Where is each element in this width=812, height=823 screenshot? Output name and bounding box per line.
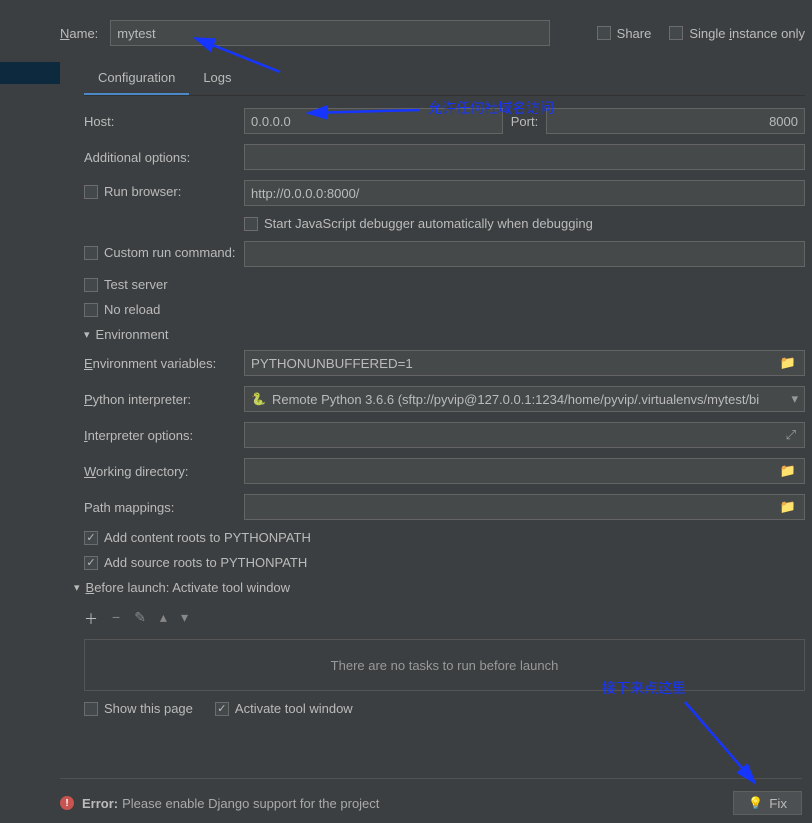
single-instance-checkbox[interactable]: Single instance only	[669, 26, 805, 41]
checkbox-icon	[84, 702, 98, 716]
expand-icon[interactable]: ⤢	[778, 427, 804, 443]
error-bar: ! Error: Please enable Django support fo…	[60, 778, 802, 815]
run-browser-checkbox[interactable]: Run browser:	[84, 184, 181, 199]
add-source-roots-label: Add source roots to PYTHONPATH	[104, 555, 307, 570]
test-server-checkbox[interactable]: Test server	[84, 277, 168, 292]
run-browser-input[interactable]	[244, 180, 805, 206]
interpreter-options-input[interactable]	[245, 428, 778, 443]
checkbox-icon	[669, 26, 683, 40]
start-js-debugger-checkbox[interactable]: Start JavaScript debugger automatically …	[244, 216, 593, 231]
start-js-label: Start JavaScript debugger automatically …	[264, 216, 593, 231]
tab-configuration[interactable]: Configuration	[84, 64, 189, 95]
tab-logs[interactable]: Logs	[189, 64, 245, 95]
interpreter-label: Python interpreter:	[84, 392, 244, 407]
environment-title: Environment	[96, 327, 169, 342]
activate-tool-window-checkbox[interactable]: Activate tool window	[215, 701, 353, 716]
checkbox-icon	[84, 278, 98, 292]
name-label: NName:ame:	[60, 26, 98, 41]
error-message: Please enable Django support for the pro…	[122, 796, 379, 811]
path-mappings-input[interactable]	[245, 500, 772, 515]
add-content-roots-label: Add content roots to PYTHONPATH	[104, 530, 311, 545]
before-launch-section-header[interactable]: Before launch: Activate tool window	[74, 580, 805, 595]
path-mappings-field[interactable]: 📁	[244, 494, 805, 520]
add-source-roots-checkbox[interactable]: Add source roots to PYTHONPATH	[84, 555, 307, 570]
single-instance-label: Single instance only	[689, 26, 805, 41]
additional-options-input[interactable]	[244, 144, 805, 170]
port-input[interactable]	[546, 108, 805, 134]
working-dir-field[interactable]: 📁	[244, 458, 805, 484]
host-label: Host:	[84, 114, 244, 129]
share-label: Share	[617, 26, 652, 41]
sidebar-selection	[0, 62, 60, 84]
fix-button[interactable]: 💡 Fix	[733, 791, 802, 815]
error-label: Error:	[82, 796, 118, 811]
environment-section-header[interactable]: Environment	[84, 327, 805, 342]
checkbox-checked-icon	[84, 531, 98, 545]
folder-icon[interactable]: 📁	[772, 499, 804, 515]
additional-options-label: Additional options:	[84, 150, 244, 165]
folder-icon[interactable]: 📁	[772, 355, 804, 371]
before-launch-title: Before launch: Activate tool window	[86, 580, 291, 595]
no-reload-checkbox[interactable]: No reload	[84, 302, 160, 317]
checkbox-icon	[84, 246, 98, 260]
move-up-button[interactable]: ▴	[160, 609, 167, 629]
test-server-label: Test server	[104, 277, 168, 292]
show-page-label: Show this page	[104, 701, 193, 716]
name-input[interactable]	[110, 20, 550, 46]
no-tasks-text: There are no tasks to run before launch	[331, 658, 559, 673]
custom-run-label: Custom run command:	[104, 245, 236, 260]
checkbox-checked-icon	[84, 556, 98, 570]
task-list: There are no tasks to run before launch	[84, 639, 805, 691]
env-vars-input[interactable]	[245, 356, 772, 371]
custom-run-input[interactable]	[244, 241, 805, 267]
remove-task-button[interactable]: −	[112, 609, 120, 629]
custom-run-checkbox[interactable]: Custom run command:	[84, 245, 236, 260]
add-task-button[interactable]: ＋	[84, 609, 98, 629]
run-browser-label: Run browser:	[104, 184, 181, 199]
lightbulb-icon: 💡	[748, 796, 763, 810]
port-label: Port:	[511, 114, 538, 129]
tab-bar: Configuration Logs	[84, 64, 805, 96]
checkbox-checked-icon	[215, 702, 229, 716]
run-config-dialog: NName:ame: Share Single instance only Co…	[60, 20, 805, 716]
checkbox-icon	[84, 303, 98, 317]
checkbox-icon	[84, 185, 98, 199]
working-dir-label: Working directory:	[84, 464, 244, 479]
chevron-down-icon: ▾	[791, 391, 798, 407]
edit-task-button[interactable]: ✎	[134, 609, 146, 629]
interpreter-select[interactable]: 🐍 Remote Python 3.6.6 (sftp://pyvip@127.…	[244, 386, 805, 412]
activate-tool-label: Activate tool window	[235, 701, 353, 716]
task-toolbar: ＋ − ✎ ▴ ▾	[84, 603, 805, 635]
no-reload-label: No reload	[104, 302, 160, 317]
interpreter-options-field[interactable]: ⤢	[244, 422, 805, 448]
move-down-button[interactable]: ▾	[181, 609, 188, 629]
checkbox-icon	[597, 26, 611, 40]
python-icon: 🐍	[251, 392, 266, 406]
folder-icon[interactable]: 📁	[772, 463, 804, 479]
name-row: NName:ame: Share Single instance only	[60, 20, 805, 46]
working-dir-input[interactable]	[245, 464, 772, 479]
show-this-page-checkbox[interactable]: Show this page	[84, 701, 193, 716]
env-vars-field[interactable]: 📁	[244, 350, 805, 376]
checkbox-icon	[244, 217, 258, 231]
fix-button-label: Fix	[769, 796, 787, 811]
interpreter-options-label: Interpreter options:	[84, 428, 244, 443]
interpreter-value: Remote Python 3.6.6 (sftp://pyvip@127.0.…	[272, 392, 786, 407]
add-content-roots-checkbox[interactable]: Add content roots to PYTHONPATH	[84, 530, 311, 545]
path-mappings-label: Path mappings:	[84, 500, 244, 515]
host-input[interactable]	[244, 108, 503, 134]
env-vars-label: Environment variables:	[84, 356, 244, 371]
error-icon: !	[60, 796, 74, 810]
share-checkbox[interactable]: Share	[597, 26, 652, 41]
